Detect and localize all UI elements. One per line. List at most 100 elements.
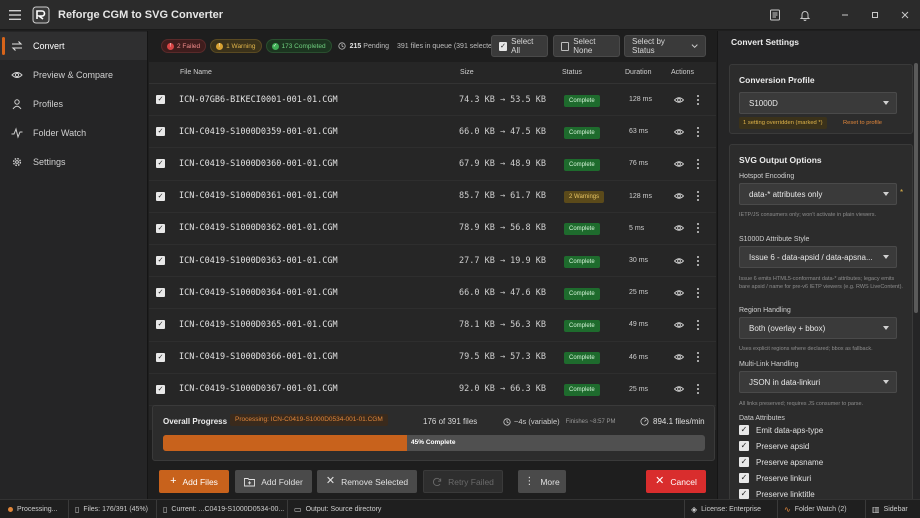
sidebar-item-label: Convert [33, 41, 65, 51]
checkbox-checked-icon: ✓ [739, 425, 749, 435]
completed-badge[interactable]: ✓ 173 Completed [265, 39, 332, 53]
region-handling-hint: Uses explicit regions where declared; bb… [739, 346, 873, 352]
hotspot-encoding-select[interactable]: data-* attributes only [739, 183, 897, 205]
checkbox-preserve-linkuri[interactable]: ✓ Preserve linkuri [739, 473, 811, 483]
region-handling-select[interactable]: Both (overlay + bbox) [739, 317, 897, 339]
profile-select[interactable]: S1000D [739, 92, 897, 114]
multi-link-value: JSON in data-linkuri [749, 377, 821, 387]
column-header-size[interactable]: Size [460, 69, 474, 76]
folder-icon: ▭ [294, 505, 302, 514]
attribute-style-value: Issue 6 - data-apsid / data-apsna... [749, 252, 873, 262]
checkbox-label: Preserve linkuri [756, 473, 812, 483]
preview-eye-icon[interactable] [673, 384, 685, 394]
table-row[interactable]: ✓ ICN-C0419-S1000D0367-001-01.CGM 92.0 KB … [149, 374, 716, 406]
checkbox-preserve-apsname[interactable]: ✓ Preserve apsname [739, 457, 823, 467]
sidebar-item-convert[interactable]: Convert [0, 32, 147, 60]
attribute-style-select[interactable]: Issue 6 - data-apsid / data-apsna... [739, 246, 897, 268]
minimize-icon[interactable] [830, 0, 860, 30]
more-button[interactable]: ⋮ More [518, 470, 566, 493]
remove-selected-label: Remove Selected [341, 476, 409, 487]
row-menu-icon[interactable] [696, 384, 700, 395]
row-checkbox[interactable]: ✓ [156, 191, 165, 201]
preview-eye-icon[interactable] [673, 288, 685, 298]
table-row[interactable]: ✓ ICN-C0419-S1000D0363-001-01.CGM 27.7 KB … [149, 245, 716, 278]
multi-link-select[interactable]: JSON in data-linkuri [739, 371, 897, 393]
row-checkbox[interactable]: ✓ [156, 384, 165, 394]
column-header-duration[interactable]: Duration [625, 69, 651, 76]
row-menu-icon[interactable] [696, 94, 700, 105]
row-menu-icon[interactable] [696, 158, 700, 169]
sidebar-item-label: Settings [33, 157, 66, 167]
preview-eye-icon[interactable] [673, 352, 685, 362]
status-license: ◈ License: Enterprise [684, 500, 761, 518]
row-checkbox[interactable]: ✓ [156, 320, 165, 330]
hamburger-menu-icon[interactable] [0, 0, 30, 30]
status-cell: Complete [564, 318, 600, 332]
table-row[interactable]: ✓ ICN-C0419-S1000D0362-001-01.CGM 78.9 KB … [149, 213, 716, 245]
row-menu-icon[interactable] [696, 319, 700, 330]
status-folder-watch[interactable]: ∿ Folder Watch (2) [777, 500, 847, 518]
sidebar-item-folder-watch[interactable]: Folder Watch [0, 119, 147, 147]
file-size: 67.9 KB → 48.9 KB [459, 158, 546, 169]
select-none-button[interactable]: Select None [553, 35, 620, 57]
row-checkbox[interactable]: ✓ [156, 127, 165, 137]
reset-to-profile-link[interactable]: Reset to profile [843, 117, 882, 129]
add-folder-button[interactable]: Add Folder [235, 470, 312, 493]
bell-icon[interactable] [790, 0, 820, 30]
table-row[interactable]: ✓ ICN-C0419-S1000D0360-001-01.CGM 67.9 KB … [149, 148, 716, 181]
retry-failed-button[interactable]: Retry Failed [423, 470, 503, 493]
table-row[interactable]: ✓ ICN-C0419-S1000D0364-001-01.CGM 66.0 KB … [149, 277, 716, 310]
close-icon[interactable] [890, 0, 920, 30]
select-by-status-dropdown[interactable]: Select by Status [624, 35, 706, 57]
sidebar-item-profiles[interactable]: Profiles [0, 90, 147, 118]
row-menu-icon[interactable] [696, 352, 700, 363]
multi-link-hint: All links preserved; requires JS consume… [739, 401, 864, 407]
row-checkbox[interactable]: ✓ [156, 159, 165, 169]
row-checkbox[interactable]: ✓ [156, 223, 165, 233]
sidebar-item-settings[interactable]: Settings [0, 148, 147, 176]
row-menu-icon[interactable] [696, 191, 700, 202]
checkbox-preserve-linktitle[interactable]: ✓ Preserve linktitle [739, 489, 815, 499]
preview-eye-icon[interactable] [673, 256, 685, 266]
preview-eye-icon[interactable] [673, 320, 685, 330]
preview-eye-icon[interactable] [673, 159, 685, 169]
profile-title: Conversion Profile [739, 75, 815, 85]
row-checkbox[interactable]: ✓ [156, 95, 165, 105]
status-sidebar-toggle[interactable]: ▥ Sidebar [865, 500, 908, 518]
failed-badge[interactable]: ! 2 Failed [161, 39, 207, 53]
row-checkbox[interactable]: ✓ [156, 256, 165, 266]
status-cell: Complete [564, 221, 600, 236]
queue-toolbar: ! 2 Failed ! 1 Warning ✓ 173 Completed 215 P… [149, 31, 716, 61]
preview-eye-icon[interactable] [673, 191, 685, 201]
column-header-status[interactable]: Status [562, 69, 582, 76]
table-row[interactable]: ✓ ICN-07GB6-BIKECI0001-001-01.CGM 74.3 KB … [149, 84, 716, 117]
settings-scrollbar[interactable] [914, 63, 918, 313]
document-icon[interactable] [760, 0, 790, 30]
select-all-button[interactable]: ✓ Select All [491, 35, 548, 57]
file-name: ICN-C0419-S1000D0365-001-01.CGM [179, 319, 338, 330]
preview-eye-icon[interactable] [673, 223, 685, 233]
maximize-icon[interactable] [860, 0, 890, 30]
row-menu-icon[interactable] [696, 287, 700, 298]
table-row[interactable]: ✓ ICN-C0419-S1000D0365-001-01.CGM 78.1 KB … [149, 309, 716, 342]
checkbox-emit-data-aps-type[interactable]: ✓ Emit data-aps-type [739, 425, 823, 435]
row-checkbox[interactable]: ✓ [156, 288, 165, 298]
table-row[interactable]: ✓ ICN-C0419-S1000D0366-001-01.CGM 79.5 KB … [149, 342, 716, 374]
column-header-file-name[interactable]: File Name [180, 69, 212, 76]
table-row[interactable]: ✓ ICN-C0419-S1000D0359-001-01.CGM 66.0 KB … [149, 116, 716, 149]
row-checkbox[interactable]: ✓ [156, 352, 165, 362]
preview-eye-icon[interactable] [673, 127, 685, 137]
row-menu-icon[interactable] [696, 255, 700, 266]
row-menu-icon[interactable] [696, 126, 700, 137]
checkbox-preserve-apsid[interactable]: ✓ Preserve apsid [739, 441, 809, 451]
table-row[interactable]: ✓ ICN-C0419-S1000D0361-001-01.CGM 85.7 KB … [149, 181, 716, 213]
sidebar-item-preview-compare[interactable]: Preview & Compare [0, 61, 147, 89]
remove-selected-button[interactable]: ✕ Remove Selected [317, 470, 417, 493]
cancel-button[interactable]: ✕ Cancel [646, 470, 706, 493]
row-menu-icon[interactable] [696, 223, 700, 234]
status-cell: Complete [564, 125, 600, 139]
select-all-label: Select All [511, 37, 534, 55]
preview-eye-icon[interactable] [673, 95, 685, 105]
warning-badge[interactable]: ! 1 Warning [210, 39, 262, 53]
add-files-button[interactable]: + Add Files [159, 470, 229, 493]
